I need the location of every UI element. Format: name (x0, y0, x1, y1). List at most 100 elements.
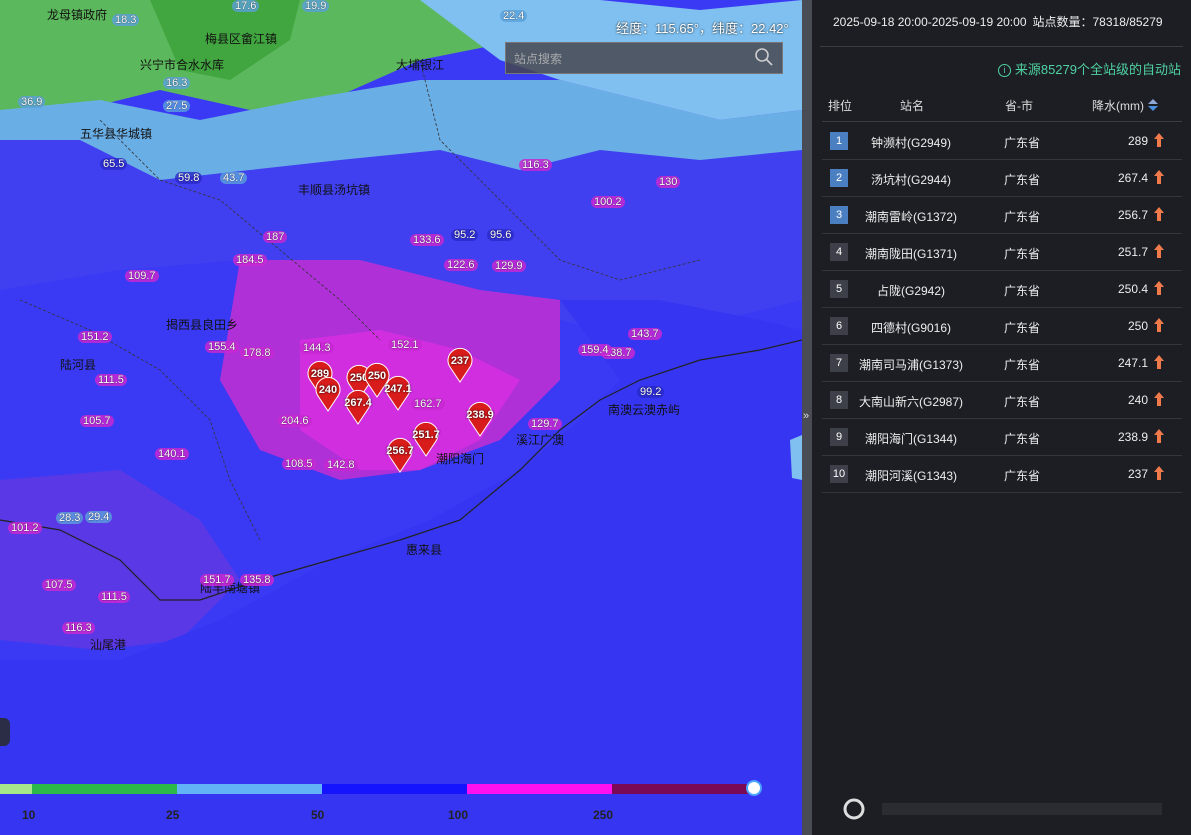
rank-badge: 6 (830, 317, 848, 335)
station-value-label[interactable]: 99.2 (637, 386, 665, 398)
ranking-row[interactable]: 8 大南山新六(G2987) 广东省 240 (822, 381, 1182, 419)
ranking-row[interactable]: 2 汤坑村(G2944) 广东省 267.4 (822, 159, 1182, 197)
station-value-label[interactable]: 18.3 (112, 14, 140, 26)
marker-value: 247.1 (384, 383, 412, 395)
ranking-row[interactable]: 10 潮阳河溪(G1343) 广东省 237 (822, 455, 1182, 493)
arrow-up-icon (1154, 207, 1164, 221)
arrow-up-icon (1154, 318, 1164, 332)
place-label: 梅县区畲江镇 (205, 32, 278, 46)
station-value-label[interactable]: 152.1 (388, 339, 422, 351)
rainfall-value: 251.7 (1117, 245, 1148, 259)
station-value-label[interactable]: 65.5 (100, 158, 128, 170)
station-marker[interactable]: 237 (445, 347, 475, 383)
place-label: 溪江广澳 (516, 433, 565, 447)
marker-value: 267.4 (344, 397, 372, 409)
ranking-row[interactable]: 3 潮南雷岭(G1372) 广东省 256.7 (822, 196, 1182, 234)
header-rank: 排位 (828, 99, 853, 113)
station-value-label[interactable]: 22.4 (500, 10, 528, 22)
collapse-arrow-icon[interactable]: » (803, 410, 809, 422)
station-value-label[interactable]: 135.8 (240, 574, 274, 586)
sort-icon[interactable] (1147, 98, 1159, 112)
place-label: 南澳云澳赤屿 (608, 403, 681, 417)
rainfall-value: 267.4 (1117, 171, 1148, 185)
station-value-label[interactable]: 107.5 (42, 579, 76, 591)
station-name: 潮南陇田(G1371) (864, 247, 958, 261)
header-station-name: 站名 (900, 99, 925, 113)
station-value-label[interactable]: 116.3 (62, 622, 95, 634)
legend-slider-handle[interactable] (746, 780, 762, 796)
info-icon: i (997, 64, 1011, 77)
station-value-label[interactable]: 142.8 (324, 459, 358, 471)
station-value-label[interactable]: 95.6 (487, 229, 515, 241)
station-value-label[interactable]: 133.6 (410, 234, 444, 246)
station-search-box[interactable] (505, 42, 783, 74)
header-rainfall[interactable]: 降水(mm) (1092, 97, 1159, 114)
station-value-label[interactable]: 19.9 (302, 0, 330, 12)
station-value-label[interactable]: 101.2 (8, 522, 42, 534)
station-value-label[interactable]: 178.8 (240, 347, 274, 359)
province: 广东省 (1003, 210, 1040, 224)
station-marker[interactable]: 267.4 (343, 389, 373, 425)
ranking-row[interactable]: 1 钟濒村(G2949) 广东省 289 (822, 122, 1182, 160)
marker-value: 256.7 (386, 445, 414, 457)
station-value-label[interactable]: 184.5 (233, 254, 267, 266)
panel-divider[interactable]: » (802, 0, 812, 835)
ranking-row[interactable]: 6 四德村(G9016) 广东省 250 (822, 307, 1182, 345)
station-value-label[interactable]: 105.7 (80, 415, 114, 427)
place-label: 潮阳海门 (436, 452, 485, 466)
rainfall-map[interactable]: 龙母镇政府 兴宁市合水水库 梅县区畲江镇 大埔银江 五华县华城镇 丰顺县汤坑镇 … (0, 0, 802, 835)
station-value-label[interactable]: 111.5 (95, 374, 127, 386)
rank-badge: 8 (830, 391, 848, 409)
source-note: i 来源85279个全站级的自动站 (997, 59, 1181, 78)
ranking-row[interactable]: 4 潮南陇田(G1371) 广东省 251.7 (822, 233, 1182, 271)
ranking-row[interactable]: 9 潮阳海门(G1344) 广东省 238.9 (822, 418, 1182, 456)
station-value-label[interactable]: 130 (656, 176, 681, 188)
station-value-label[interactable]: 36.9 (18, 96, 46, 108)
station-value-label[interactable]: 162.7 (411, 398, 445, 410)
rainfall-value: 289 (1127, 134, 1148, 148)
station-value-label[interactable]: 108.5 (282, 458, 316, 470)
station-value-label[interactable]: 187 (263, 231, 288, 243)
station-value-label[interactable]: 151.2 (78, 331, 112, 343)
ranking-row[interactable]: 7 潮南司马浦(G1373) 广东省 247.1 (822, 344, 1182, 382)
station-value-label[interactable]: 111.5 (98, 591, 130, 603)
rank-badge: 9 (830, 428, 848, 446)
station-value-label[interactable]: 159.4 (578, 344, 612, 356)
station-value-label[interactable]: 17.6 (232, 0, 260, 12)
station-marker[interactable]: 256.7 (385, 437, 415, 473)
marker-value: 238.9 (466, 409, 494, 421)
ranking-row[interactable]: 5 占陇(G2942) 广东省 250.4 (822, 270, 1182, 308)
side-toggle-button[interactable] (0, 718, 10, 746)
station-value-label[interactable]: 140.1 (155, 448, 189, 460)
station-value-label[interactable]: 204.6 (278, 415, 312, 427)
province: 广东省 (1003, 247, 1040, 261)
ranking-panel: 2025-09-18 20:00-2025-09-19 20:00 站点数量：78… (812, 0, 1191, 835)
station-value-label[interactable]: 95.2 (451, 229, 479, 241)
station-value-label[interactable]: 59.8 (175, 172, 203, 184)
station-marker[interactable]: 247.1 (383, 375, 413, 411)
station-value-label[interactable]: 16.3 (163, 77, 191, 89)
station-value-label[interactable]: 155.4 (205, 341, 239, 353)
province: 广东省 (1003, 173, 1040, 187)
station-search-input[interactable] (512, 48, 754, 70)
station-value-label[interactable]: 109.7 (125, 270, 159, 282)
station-value-label[interactable]: 27.5 (163, 100, 191, 112)
station-value-label[interactable]: 129.7 (528, 418, 562, 430)
station-marker[interactable]: 238.9 (465, 401, 495, 437)
arrow-up-icon (1154, 392, 1164, 406)
station-value-label[interactable]: 151.7 (200, 574, 234, 586)
place-label: 陆河县 (60, 358, 97, 372)
station-value-label[interactable]: 29.4 (85, 511, 113, 523)
station-value-label[interactable]: 100.2 (591, 196, 625, 208)
search-icon[interactable] (754, 47, 774, 67)
station-value-label[interactable]: 122.6 (444, 259, 478, 271)
arrow-up-icon (1154, 429, 1164, 443)
station-value-label[interactable]: 143.7 (628, 328, 662, 340)
province: 广东省 (1003, 469, 1040, 483)
station-value-label[interactable]: 144.3 (300, 342, 334, 354)
station-value-label[interactable]: 28.3 (56, 512, 84, 524)
station-value-label[interactable]: 43.7 (220, 172, 248, 184)
station-value-label[interactable]: 116.3 (519, 159, 552, 171)
station-value-label[interactable]: 129.9 (492, 260, 526, 272)
province: 广东省 (1003, 136, 1040, 150)
